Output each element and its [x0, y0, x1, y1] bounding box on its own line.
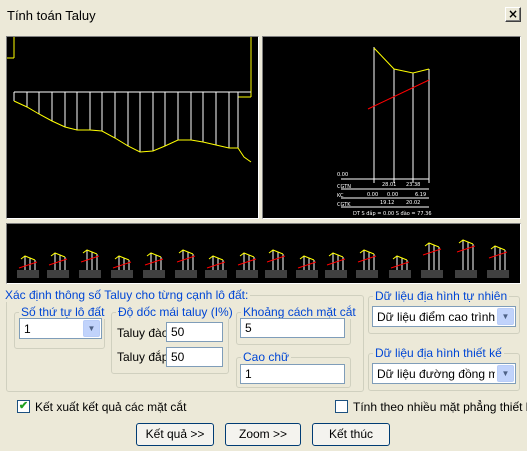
- section-thumbnail[interactable]: [296, 255, 318, 278]
- fill-slope-label: Taluy đắp: [117, 350, 169, 364]
- section-thumbnail[interactable]: [47, 252, 69, 278]
- cut-slope-field[interactable]: [166, 322, 223, 342]
- section-thumbnail[interactable]: [421, 242, 443, 278]
- section-thumbnail[interactable]: [265, 249, 287, 278]
- chevron-down-icon[interactable]: ▼: [497, 365, 514, 382]
- lot-number-select[interactable]: 1 ▼: [19, 318, 102, 339]
- row3-label: CGTK: [337, 202, 351, 208]
- row1-label: CGTN: [337, 184, 351, 190]
- checkmark-icon: ✔: [18, 400, 29, 412]
- close-icon: ×: [507, 7, 519, 21]
- section-thumbnail[interactable]: [175, 249, 197, 278]
- text-height-title: Cao chữ: [241, 350, 292, 364]
- design-terrain-select[interactable]: Dữ liệu đường đồng mức ▼: [372, 363, 516, 384]
- zoom-button[interactable]: Zoom >>: [225, 423, 301, 446]
- slope-title: Độ dốc mái taluy (I%): [116, 305, 235, 319]
- close-button[interactable]: ×: [505, 7, 521, 22]
- design-terrain-value: Dữ liệu đường đồng mức: [377, 367, 495, 381]
- export-sections-checkbox[interactable]: ✔: [17, 400, 30, 413]
- section-thumbnail[interactable]: [487, 245, 509, 278]
- plan-view-canvas[interactable]: [6, 36, 259, 219]
- section-thumbnails-canvas[interactable]: [6, 223, 521, 284]
- taluy-parameters-title: Xác định thông số Taluy cho từng cạnh lô…: [3, 288, 251, 302]
- row2-value-3: 6.19: [415, 192, 426, 198]
- row2-label: KC: [337, 193, 344, 199]
- finish-button[interactable]: Kết thúc: [312, 423, 390, 446]
- section-thumbnail[interactable]: [356, 249, 378, 278]
- design-terrain-title: Dữ liệu địa hình thiết kế: [373, 346, 504, 360]
- fill-slope-field[interactable]: [166, 347, 223, 367]
- row1-value-1: 28.01: [382, 182, 396, 188]
- lot-number-value: 1: [24, 322, 31, 336]
- natural-terrain-select[interactable]: Dữ liệu điểm cao trình ▼: [372, 306, 516, 327]
- natural-terrain-title: Dữ liệu địa hình tự nhiên: [373, 289, 510, 303]
- title-bar: Tính toán Taluy ×: [0, 0, 527, 30]
- section-thumbnail[interactable]: [17, 255, 39, 278]
- section-thumbnail[interactable]: [455, 239, 477, 278]
- chevron-down-icon[interactable]: ▼: [497, 308, 514, 325]
- text-height-field[interactable]: [240, 364, 345, 384]
- results-button[interactable]: Kết quả >>: [136, 423, 214, 446]
- section-thumbnail[interactable]: [111, 255, 133, 278]
- natural-terrain-value: Dữ liệu điểm cao trình: [377, 310, 496, 324]
- row1-value-2: 23.38: [406, 182, 420, 188]
- section-distance-field[interactable]: [240, 318, 345, 338]
- section-thumbnail[interactable]: [236, 252, 258, 278]
- section-distance-title: Khoảng cách mặt cắt: [241, 305, 358, 319]
- section-thumbnails: [17, 239, 509, 278]
- section-thumbnail[interactable]: [205, 255, 227, 278]
- cross-section-canvas[interactable]: 0.00 CGTN 28.01 23.38 KC 0.00 0.00 6.19 …: [262, 36, 521, 219]
- cross-section-drawing: 0.00 CGTN 28.01 23.38 KC 0.00 0.00 6.19 …: [337, 47, 432, 217]
- section-thumbnail[interactable]: [79, 249, 101, 278]
- section-thumbnail[interactable]: [143, 252, 165, 278]
- row2-value-1: 0.00: [367, 192, 378, 198]
- cut-slope-label: Taluy đào: [117, 326, 169, 340]
- lot-number-title: Số thứ tự lô đất: [19, 305, 107, 319]
- section-thumbnail[interactable]: [325, 252, 347, 278]
- chevron-down-icon[interactable]: ▼: [83, 320, 100, 337]
- datum-label: 0.00: [337, 172, 348, 178]
- window-title: Tính toán Taluy: [7, 8, 96, 23]
- multi-plane-label[interactable]: Tính theo nhiều mặt phẳng thiết kế: [353, 400, 527, 414]
- plan-view-drawing: [7, 37, 252, 163]
- row2-value-2: 0.00: [387, 192, 398, 198]
- section-thumbnail[interactable]: [389, 255, 411, 278]
- export-sections-label[interactable]: Kết xuất kết quả các mặt cắt: [35, 400, 186, 414]
- area-summary: DT S đắp = 0.00 S đào = 77.36: [353, 210, 432, 217]
- multi-plane-checkbox[interactable]: [335, 400, 348, 413]
- taluy-dialog: Tính toán Taluy × 0.00 CGTN 28.01 23.38 …: [0, 0, 527, 451]
- row3-value-1: 19.12: [380, 200, 394, 206]
- row3-value-2: 20.02: [406, 200, 420, 206]
